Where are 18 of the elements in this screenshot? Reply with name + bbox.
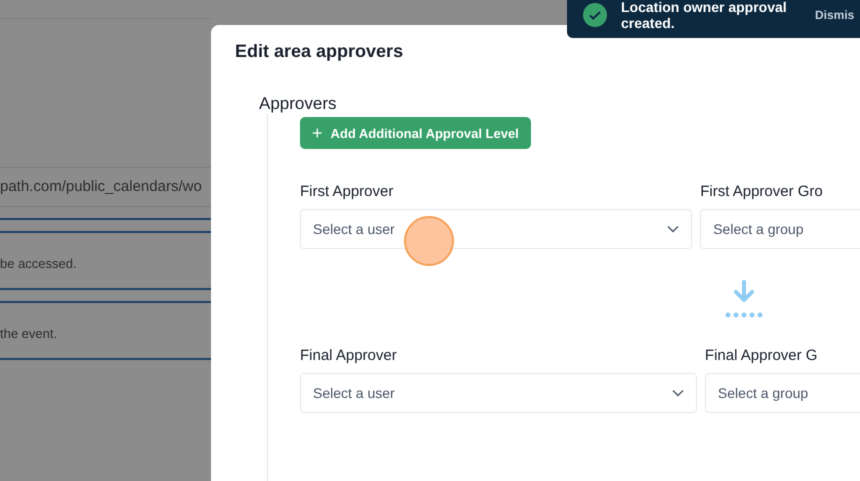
- url-text: path.com/public_calendars/wo: [0, 167, 211, 207]
- chevron-down-icon: [672, 389, 684, 397]
- user-select[interactable]: Select a user: [300, 373, 697, 413]
- section-heading: Approvers: [259, 94, 338, 114]
- field-label: Final Approver G: [704, 347, 818, 364]
- field-label: First Approver: [300, 183, 394, 200]
- field-label: Final Approver: [300, 347, 398, 364]
- help-text: the event.: [0, 325, 58, 343]
- dismiss-button[interactable]: Dismis: [815, 8, 854, 22]
- user-select[interactable]: Select a user: [300, 209, 692, 249]
- modal-title: Edit area approvers: [235, 41, 404, 62]
- group-select[interactable]: Select a group: [704, 373, 860, 413]
- group-select[interactable]: Select a group: [700, 209, 860, 249]
- field-label: First Approver Gro: [700, 183, 824, 200]
- chevron-down-icon: [667, 225, 680, 233]
- check-circle-icon: [583, 3, 607, 27]
- help-text: be accessed.: [0, 255, 78, 273]
- toast-message: Location owner approval created.: [621, 0, 788, 31]
